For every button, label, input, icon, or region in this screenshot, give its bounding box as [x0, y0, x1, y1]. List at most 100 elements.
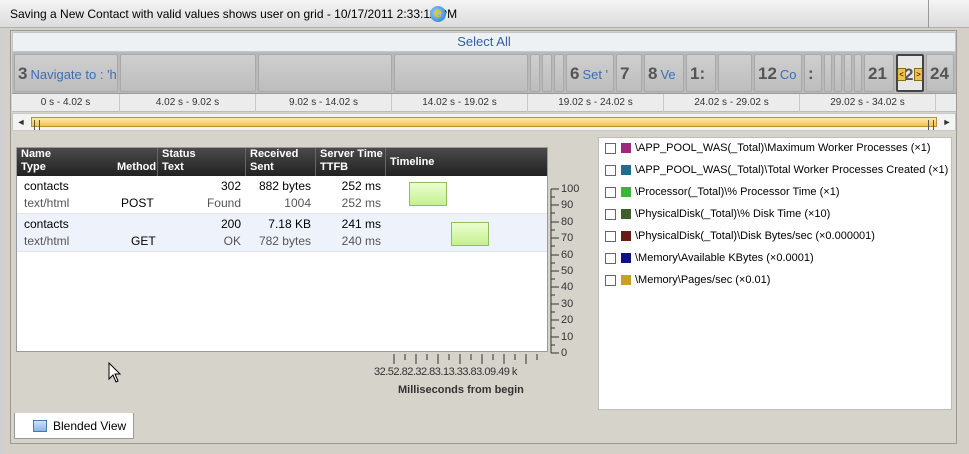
legend-swatch [621, 143, 631, 154]
column-server-time[interactable]: Server Time TTFB [316, 148, 386, 176]
legend-checkbox[interactable] [605, 252, 616, 264]
time-range[interactable]: 29.02 s - 34.02 s [800, 94, 936, 112]
step-thumbnail[interactable] [258, 54, 392, 92]
scroll-grip-left[interactable] [34, 120, 40, 130]
internet-explorer-icon: e [430, 6, 446, 22]
scroll-left-arrow-icon[interactable]: ◄ [15, 115, 27, 129]
header-received: Received [250, 148, 299, 160]
header-type: Type [21, 161, 46, 173]
legend-item[interactable]: \Memory\Available KBytes (×0.0001) [605, 252, 814, 270]
step-thumbnail[interactable]: 21 [864, 54, 894, 92]
tab-blended-view[interactable]: Blended View [14, 413, 134, 439]
legend-checkbox[interactable] [605, 142, 616, 154]
step-thumbnail[interactable] [824, 54, 832, 92]
window-titlebar: Saving a New Contact with valid values s… [0, 0, 969, 28]
step-thumbnail[interactable] [554, 54, 564, 92]
column-status[interactable]: Status Text [158, 148, 246, 176]
cell-status: 200 [220, 217, 241, 231]
step-thumbnail[interactable] [854, 54, 862, 92]
step-thumbnail[interactable] [718, 54, 752, 92]
time-range[interactable]: 0 s - 4.02 s [12, 94, 120, 112]
step-thumbnail[interactable] [834, 54, 842, 92]
time-range[interactable]: 19.02 s - 24.02 s [528, 94, 664, 112]
legend-checkbox[interactable] [605, 230, 616, 242]
step-thumbnail[interactable]: 8 Ve [644, 54, 684, 92]
step-number: 7 [620, 64, 630, 83]
step-label: Co [779, 67, 797, 82]
next-step-arrow-icon[interactable]: > [914, 68, 922, 81]
step-thumbnail[interactable] [542, 54, 552, 92]
prev-step-arrow-icon[interactable]: < [898, 68, 906, 81]
cell-status: 302 [220, 179, 241, 193]
titlebar-divider [928, 0, 929, 28]
y-tick-label: 70 [561, 232, 574, 244]
header-ttfb: TTFB [320, 161, 349, 173]
header-method: Method [117, 161, 157, 173]
y-tick-label: 10 [561, 331, 574, 343]
step-thumbnail[interactable]: 3 Navigate to : 'h [14, 54, 118, 92]
column-name-type[interactable]: Name Type Method [17, 148, 158, 176]
step-thumbnail-selected[interactable]: 2: < > [896, 54, 924, 92]
cell-sent: 1004 [284, 196, 311, 210]
cell-type: text/html [24, 234, 70, 248]
step-thumbnail[interactable]: 7 [616, 54, 642, 92]
cell-status-text: OK [223, 234, 241, 248]
step-label: Set ' [582, 67, 609, 82]
legend-checkbox[interactable] [605, 274, 616, 286]
scroll-grip-right[interactable] [928, 120, 934, 130]
legend-item[interactable]: \APP_POOL_WAS(_Total)\Maximum Worker Pro… [605, 142, 931, 160]
step-thumbnail[interactable]: 1: [686, 54, 716, 92]
column-timeline[interactable]: Timeline [386, 148, 547, 176]
cell-method: POST [121, 196, 154, 210]
step-number: 12 [758, 64, 777, 83]
scroll-thumb[interactable] [31, 117, 937, 130]
cell-received: 7.18 KB [268, 217, 311, 231]
legend-label: \APP_POOL_WAS(_Total)\Total Worker Proce… [635, 164, 949, 177]
step-thumbnail[interactable]: 24 [926, 54, 954, 92]
legend-checkbox[interactable] [605, 186, 616, 198]
timeline-bar[interactable] [451, 222, 489, 246]
cell-ttfb: 240 ms [341, 234, 381, 248]
table-row[interactable]: contacts text/html POST 302 Found 882 by… [17, 176, 547, 214]
cell-received: 882 bytes [258, 179, 311, 193]
step-thumbnail[interactable]: 12 Co [754, 54, 802, 92]
y-axis-ticks [550, 188, 559, 354]
step-thumbnail[interactable]: : [804, 54, 822, 92]
window-title: Saving a New Contact with valid values s… [10, 7, 458, 21]
step-thumbnail[interactable]: 6 Set ' [566, 54, 614, 92]
step-thumbnail[interactable] [844, 54, 852, 92]
legend-checkbox[interactable] [605, 164, 616, 176]
legend-label: \Memory\Available KBytes (×0.0001) [635, 252, 814, 265]
timeline-bar[interactable] [409, 182, 447, 206]
time-range[interactable]: 24.02 s - 29.02 s [664, 94, 800, 112]
column-received[interactable]: Received Sent [246, 148, 316, 176]
step-thumbnail[interactable] [120, 54, 256, 92]
cell-status-text: Found [206, 196, 241, 210]
scroll-right-arrow-icon[interactable]: ► [941, 115, 953, 129]
legend-checkbox[interactable] [605, 208, 616, 220]
step-number: 24 [930, 64, 949, 83]
step-thumbnail-strip: 3 Navigate to : 'h 6 Set ' 7 8 Ve 1: 12 Co :… [12, 52, 956, 94]
legend-label: \Processor(_Total)\% Processor Time (×1) [635, 186, 840, 199]
legend-label: \PhysicalDisk(_Total)\% Disk Time (×10) [635, 208, 831, 221]
legend-item[interactable]: \Memory\Pages/sec (×0.01) [605, 274, 770, 292]
tab-label: Blended View [53, 419, 127, 433]
time-range[interactable]: 14.02 s - 19.02 s [392, 94, 528, 112]
header-status: Status [162, 148, 196, 160]
legend-item[interactable]: \PhysicalDisk(_Total)\% Disk Time (×10) [605, 208, 830, 226]
cell-name: contacts [24, 217, 69, 231]
header-sent: Sent [250, 161, 274, 173]
step-thumbnail[interactable] [394, 54, 528, 92]
legend-item[interactable]: \APP_POOL_WAS(_Total)\Total Worker Proce… [605, 164, 948, 182]
time-range[interactable]: 4.02 s - 9.02 s [120, 94, 256, 112]
table-row[interactable]: contacts text/html GET 200 OK 7.18 KB 78… [17, 214, 547, 252]
legend-item[interactable]: \PhysicalDisk(_Total)\Disk Bytes/sec (×0… [605, 230, 875, 248]
legend-label: \APP_POOL_WAS(_Total)\Maximum Worker Pro… [635, 142, 931, 155]
legend-item[interactable]: \Processor(_Total)\% Processor Time (×1) [605, 186, 839, 204]
time-range[interactable]: 9.02 s - 14.02 s [256, 94, 392, 112]
step-thumbnail[interactable] [530, 54, 540, 92]
y-tick-label: 60 [561, 249, 574, 261]
step-number: 6 [570, 64, 580, 83]
select-all-button[interactable]: Select All [12, 32, 956, 52]
timeline-scrollbar[interactable]: ◄ ► [12, 113, 956, 131]
